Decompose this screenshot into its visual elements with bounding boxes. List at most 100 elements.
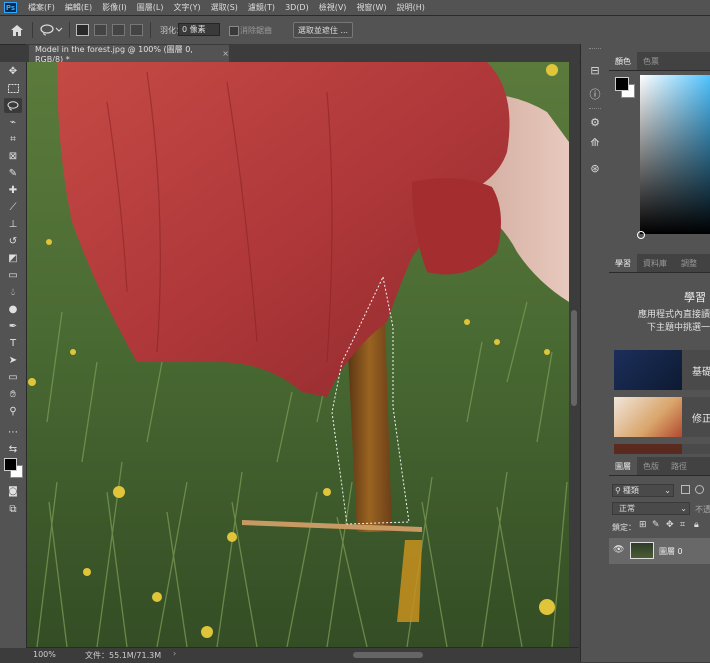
layer-name[interactable]: 圖層 0: [659, 546, 683, 557]
dock-grip[interactable]: [589, 108, 601, 111]
path-selection-tool-icon[interactable]: ➤: [4, 353, 22, 368]
more-tools-icon[interactable]: ⋯: [4, 425, 22, 440]
eye-icon[interactable]: 👁︎: [613, 545, 624, 555]
learn-card-label: 基礎: [692, 367, 710, 378]
anti-alias-checkbox[interactable]: [229, 26, 239, 36]
lasso-tool-preset-icon[interactable]: [38, 22, 64, 38]
learn-card-fix[interactable]: 修正: [614, 397, 710, 437]
zoom-tool-icon[interactable]: ⚲: [4, 404, 22, 419]
anti-alias-label: 消除鋸齒: [240, 26, 272, 35]
quick-mask-icon[interactable]: ◙: [4, 484, 22, 499]
history-brush-tool-icon[interactable]: ↺: [4, 234, 22, 249]
dodge-tool-icon[interactable]: ●: [4, 302, 22, 317]
learn-card-partial[interactable]: [614, 444, 710, 454]
photoshop-logo: Ps: [4, 2, 17, 13]
document-tab[interactable]: Model in the forest.jpg @ 100% (圖層 0, RG…: [29, 44, 229, 64]
clone-stamp-tool-icon[interactable]: ⊥: [4, 217, 22, 232]
menu-layer[interactable]: 圖層(L): [132, 2, 169, 13]
tab-layers[interactable]: 圖層: [609, 457, 637, 475]
document-tab-title: Model in the forest.jpg @ 100% (圖層 0, RG…: [35, 44, 193, 64]
layers-panel-tabs: 圖層 色版 路徑: [609, 457, 710, 476]
character-icon[interactable]: ⊛: [587, 160, 603, 176]
learn-card-basics[interactable]: 基礎: [614, 350, 710, 390]
pixel-filter-icon[interactable]: [681, 485, 690, 494]
lock-position-icon[interactable]: ✥: [666, 520, 674, 530]
tab-paths[interactable]: 路徑: [665, 457, 693, 475]
new-selection-button[interactable]: [76, 24, 89, 36]
menu-window[interactable]: 視窗(W): [351, 2, 391, 13]
dock-grip[interactable]: [589, 48, 601, 51]
add-to-selection-button[interactable]: [94, 24, 107, 36]
foreground-color-swatch[interactable]: [4, 458, 17, 471]
frame-tool-icon[interactable]: ⊠: [4, 149, 22, 164]
menu-select[interactable]: 選取(S): [206, 2, 243, 13]
artboard-icon[interactable]: ⌗: [680, 520, 685, 530]
close-tab-icon[interactable]: ×: [222, 49, 229, 58]
menu-view[interactable]: 檢視(V): [314, 2, 352, 13]
lock-all-icon[interactable]: 🔒︎: [694, 520, 699, 530]
menu-image[interactable]: 影像(I): [97, 2, 132, 13]
foreground-color-chip[interactable]: [615, 77, 629, 91]
separator: [150, 22, 151, 38]
color-picker-cursor[interactable]: [637, 231, 645, 239]
chevron-down-icon: ⌄: [664, 486, 671, 495]
quick-selection-tool-icon[interactable]: ⌁: [4, 115, 22, 130]
tab-channels[interactable]: 色版: [637, 457, 665, 475]
tab-libraries[interactable]: 資料庫: [637, 254, 673, 272]
home-icon[interactable]: [8, 22, 26, 38]
subtract-from-selection-button[interactable]: [112, 24, 125, 36]
lasso-tool-icon[interactable]: [4, 98, 22, 113]
screen-mode-icon[interactable]: ⧉: [4, 502, 22, 517]
healing-brush-tool-icon[interactable]: ✚: [4, 183, 22, 198]
adjustment-filter-icon[interactable]: [695, 485, 704, 494]
zoom-level[interactable]: 100%: [33, 650, 56, 659]
lock-transparent-icon[interactable]: ⊞: [639, 520, 647, 530]
vertical-scrollbar[interactable]: [569, 62, 579, 647]
status-bar: 100% 文件：55.1M/71.3M ›: [27, 647, 579, 663]
panel-dock: ⊟ ⓘ ⚙ ⟰ ⊛: [580, 44, 610, 662]
histogram-icon[interactable]: ⊟: [587, 62, 603, 78]
vertical-scroll-thumb[interactable]: [571, 310, 577, 406]
hand-tool-icon[interactable]: ✋︎: [4, 387, 22, 402]
move-tool-icon[interactable]: ✥: [4, 64, 22, 79]
document-canvas[interactable]: [27, 62, 569, 647]
brush-tool-icon[interactable]: ⟋: [4, 200, 22, 215]
pen-tool-icon[interactable]: ✒: [4, 319, 22, 334]
learn-panel-tabs: 學習 資料庫 調整: [609, 254, 710, 273]
color-picker-field[interactable]: [640, 75, 710, 234]
blur-tool-icon[interactable]: 💧︎: [4, 285, 22, 300]
feather-input[interactable]: 0 像素: [178, 23, 220, 36]
menu-3d[interactable]: 3D(D): [280, 3, 314, 12]
eyedropper-tool-icon[interactable]: ✎: [4, 166, 22, 181]
horizontal-scroll-thumb[interactable]: [353, 652, 423, 658]
select-and-mask-button[interactable]: 選取並遮住 ...: [293, 22, 353, 38]
menu-help[interactable]: 說明(H): [392, 2, 430, 13]
tab-adjustments[interactable]: 調整: [675, 254, 703, 272]
crop-tool-icon[interactable]: ⌗: [4, 132, 22, 147]
chevron-down-icon: ⌄: [680, 504, 687, 513]
blend-mode-select[interactable]: 正常 ⌄: [612, 502, 690, 515]
type-tool-icon[interactable]: T: [4, 336, 22, 351]
layer-row[interactable]: 👁︎ 圖層 0: [609, 538, 710, 564]
menu-type[interactable]: 文字(Y): [168, 2, 205, 13]
properties-icon[interactable]: ⚙: [587, 114, 603, 130]
libraries-icon[interactable]: ⟰: [587, 134, 603, 150]
tab-color[interactable]: 顏色: [609, 52, 637, 70]
tab-swatches[interactable]: 色票: [637, 52, 665, 70]
learn-title: 學習: [684, 291, 706, 304]
layer-kind-filter[interactable]: ⚲ 種類 ⌄: [612, 484, 674, 497]
marquee-tool-icon[interactable]: [4, 81, 22, 96]
lock-image-icon[interactable]: ✎: [652, 520, 660, 530]
tab-learn[interactable]: 學習: [609, 254, 637, 272]
gradient-tool-icon[interactable]: ▭: [4, 268, 22, 283]
document-size: 文件：55.1M/71.3M: [85, 651, 162, 660]
menu-filter[interactable]: 濾鏡(T): [243, 2, 280, 13]
menu-file[interactable]: 檔案(F): [23, 2, 60, 13]
eraser-tool-icon[interactable]: ◩: [4, 251, 22, 266]
rectangle-tool-icon[interactable]: ▭: [4, 370, 22, 385]
status-menu-arrow[interactable]: ›: [173, 649, 176, 658]
info-icon[interactable]: ⓘ: [587, 86, 603, 102]
intersect-selection-button[interactable]: [130, 24, 143, 36]
swap-colors-icon[interactable]: ⇆: [4, 442, 22, 457]
menu-edit[interactable]: 編輯(E): [60, 2, 97, 13]
